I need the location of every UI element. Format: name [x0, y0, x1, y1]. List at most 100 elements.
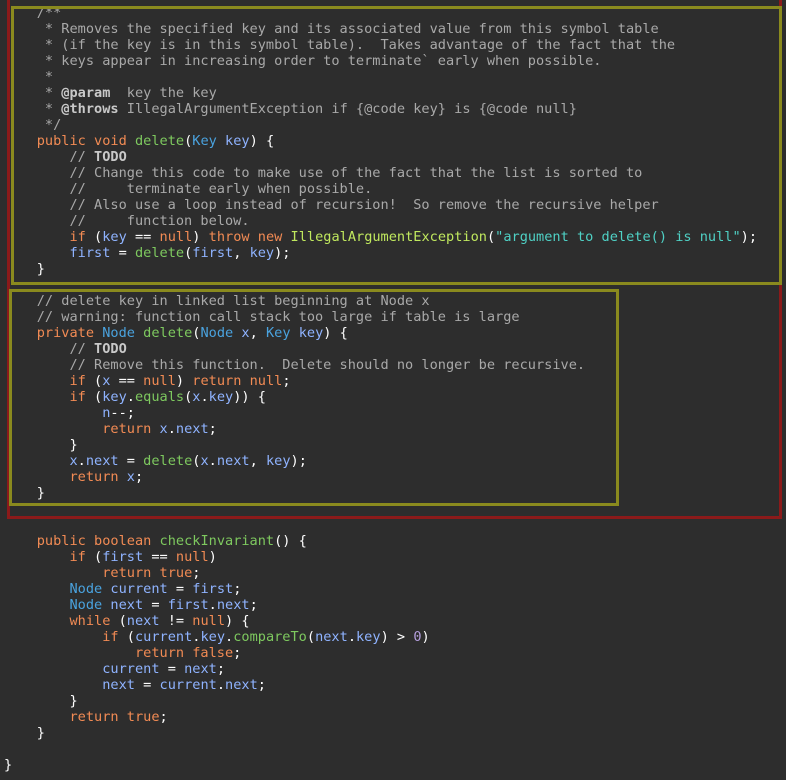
keyword-token: null [249, 373, 283, 389]
identifier-token: key [356, 629, 381, 645]
code-line: x.next = delete(x.next, key); [4, 453, 306, 469]
code-text-token: ( [85, 389, 103, 405]
code-text-token: . [216, 677, 226, 693]
code-text-token: . [225, 629, 234, 645]
type-token: Key [265, 325, 291, 341]
identifier-token: x [159, 421, 168, 437]
code-editor[interactable]: /** * Removes the specified key and its … [0, 0, 786, 780]
code-line: * [4, 69, 53, 85]
code-text-token: ; [216, 661, 226, 677]
code-text-token: == [143, 549, 176, 565]
keyword-token: boolean [94, 533, 152, 549]
identifier-token: key [200, 629, 226, 645]
type-token: Node [69, 581, 103, 597]
keyword-token: return [192, 373, 242, 389]
code-text-token: = [134, 677, 160, 693]
method-name-token: compareTo [233, 629, 307, 645]
code-text-token: ) > [380, 629, 414, 645]
code-text-token: , [249, 325, 266, 341]
code-text-token: ) { [225, 613, 250, 629]
comment-token: * keys appear in increasing order to ter… [4, 53, 602, 69]
code-line: * @param key the key [4, 85, 217, 101]
keyword-token: null [143, 373, 176, 389]
identifier-token: first [102, 549, 144, 565]
code-text-token: ; [233, 581, 242, 597]
code-text-token: != [159, 613, 193, 629]
keyword-token: if [69, 373, 86, 389]
keyword-token: private [36, 325, 95, 341]
comment-token: // [4, 149, 95, 165]
code-line: * @throws IllegalArgumentException if {@… [4, 101, 577, 117]
keyword-token: true [159, 565, 193, 581]
code-text-token: } [4, 693, 78, 709]
code-line: // TODO [4, 341, 126, 357]
identifier-token: current [110, 581, 168, 597]
comment-token: key the key [110, 85, 217, 101]
comment-token: // Change this code to make use of the f… [4, 165, 643, 181]
identifier-token: next [216, 453, 250, 469]
method-name-token: equals [134, 389, 185, 405]
code-line: next = current.next; [4, 677, 266, 693]
code-text-token: = [167, 581, 193, 597]
code-line: // Also use a loop instead of recursion!… [4, 197, 659, 213]
class-name-token: IllegalArgumentException [290, 229, 487, 245]
comment-token: /** [4, 5, 62, 21]
identifier-token: first [192, 245, 234, 261]
comment-token: IllegalArgumentException if {@code key} … [118, 101, 577, 117]
code-line: } [4, 485, 45, 501]
identifier-token: x [200, 453, 209, 469]
comment-token: */ [4, 117, 62, 133]
method-name-token: delete [134, 133, 185, 149]
code-text-token: , [249, 453, 266, 469]
code-text-token: ; [282, 373, 291, 389]
code-text-token: () { [274, 533, 307, 549]
keyword-token: return [134, 645, 185, 661]
identifier-token: next [315, 629, 348, 645]
code-text-token: = [110, 245, 135, 261]
code-text-token: ) [192, 229, 209, 245]
code-text-token: . [208, 453, 217, 469]
keyword-token: new [257, 229, 283, 245]
method-name-token: checkInvariant [159, 533, 275, 549]
code-line: if (current.key.compareTo(next.key) > 0) [4, 629, 429, 645]
code-text-token: ; [192, 565, 201, 581]
number-literal-token: 0 [413, 629, 422, 645]
doc-tag-token: @param [61, 85, 111, 101]
code-line: * Removes the specified key and its asso… [4, 21, 659, 37]
identifier-token: next [102, 677, 135, 693]
keyword-token: public [36, 133, 86, 149]
code-line: return x.next; [4, 421, 217, 437]
code-text-token: ) { [323, 325, 348, 341]
code-text-token: } [4, 485, 45, 501]
code-text-token: = [159, 661, 185, 677]
code-line: // TODO [4, 149, 126, 165]
code-text-token: } [4, 261, 45, 277]
code-text-token: } [4, 757, 13, 773]
keyword-token: if [69, 389, 86, 405]
code-line: if (x == null) return null; [4, 373, 291, 389]
code-text-token: ; [159, 709, 168, 725]
keyword-token: null [192, 613, 226, 629]
comment-token: * Removes the specified key and its asso… [4, 21, 659, 37]
identifier-token: next [175, 421, 209, 437]
code-line: } [4, 261, 45, 277]
code-line: // warning: function call stack too larg… [4, 309, 520, 325]
code-text-token: ( [486, 229, 496, 245]
comment-token: // Also use a loop instead of recursion!… [4, 197, 659, 213]
